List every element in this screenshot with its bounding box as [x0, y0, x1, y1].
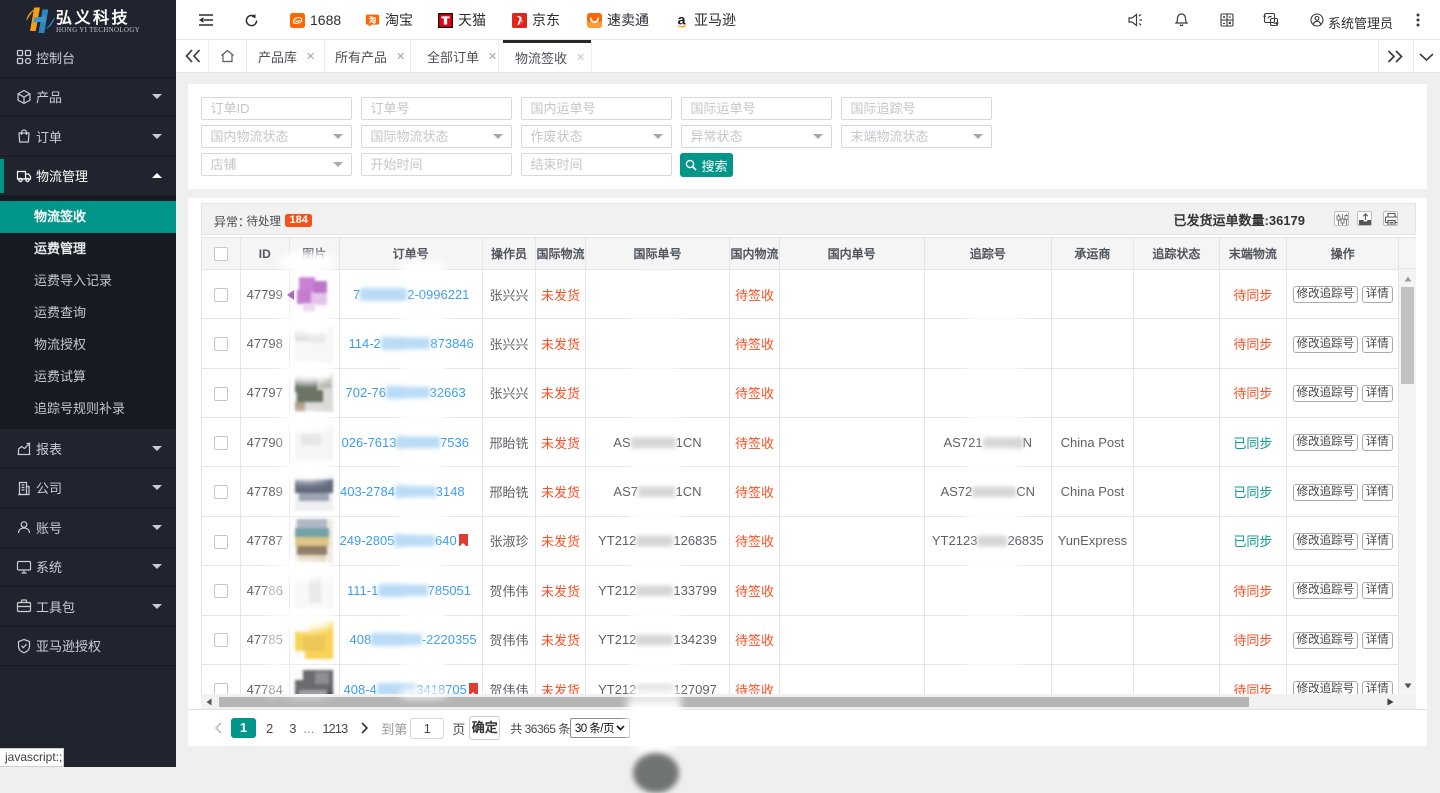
svg-text:弘义科技: 弘义科技 — [56, 8, 130, 27]
svg-text:淘: 淘 — [369, 14, 377, 24]
svg-text:a: a — [678, 13, 686, 28]
svg-text:HONG YI TECHNOLOGY: HONG YI TECHNOLOGY — [56, 26, 140, 34]
